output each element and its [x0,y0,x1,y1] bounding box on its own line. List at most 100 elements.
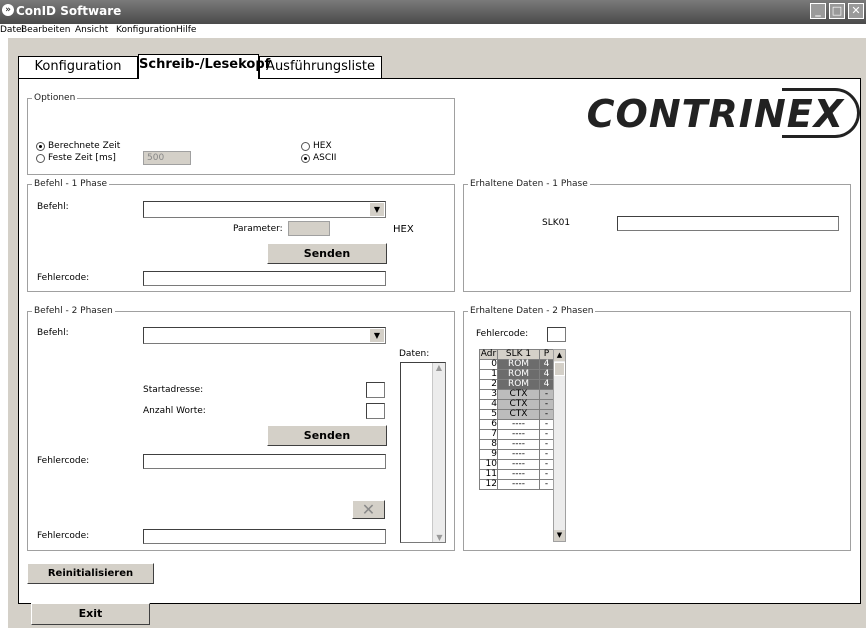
cell-slk[interactable]: ---- [497,479,540,490]
table-row[interactable]: 12 ---- - [479,479,554,490]
cell-p[interactable]: 4 [539,379,554,390]
menu-ansicht[interactable]: Ansicht [75,25,108,35]
cell-p[interactable]: - [539,439,554,450]
cell-p[interactable]: - [539,399,554,410]
phase1-senden-button[interactable]: Senden [267,243,387,264]
feste-zeit-input[interactable]: 500 [143,151,191,165]
table-row[interactable]: 11 ---- - [479,469,554,480]
phase1-fehlercode-field[interactable] [143,271,386,286]
menu-hilfe[interactable]: Hilfe [176,25,196,35]
table-row[interactable]: 8 ---- - [479,439,554,450]
erhaltene-daten-1-phase-legend: Erhaltene Daten - 1 Phase [470,179,588,189]
cell-adr[interactable]: 5 [479,409,498,420]
tab-ausfuehrungsliste[interactable]: Ausführungsliste [259,56,382,78]
cell-p[interactable]: - [539,479,554,490]
close-button[interactable]: ✕ [848,3,864,19]
table-row[interactable]: 0 ROM 4 [479,359,554,370]
cell-p[interactable]: 4 [539,359,554,370]
cell-p[interactable]: - [539,469,554,480]
tab-konfiguration[interactable]: Konfiguration [18,56,138,78]
cell-p[interactable]: - [539,389,554,400]
cell-slk[interactable]: ---- [497,419,540,430]
cell-adr[interactable]: 8 [479,439,498,450]
cell-adr[interactable]: 3 [479,389,498,400]
chevron-down-icon[interactable]: ▼ [370,329,384,342]
phase2-fehlercode-field-1[interactable] [143,454,386,469]
scroll-up-icon[interactable]: ▲ [433,363,445,372]
cell-adr[interactable]: 4 [479,399,498,410]
reinitialisieren-button[interactable]: Reinitialisieren [27,563,154,584]
scroll-up-icon[interactable]: ▲ [554,350,565,361]
cell-slk[interactable]: ---- [497,469,540,480]
minimize-button[interactable]: _ [810,3,826,19]
cell-slk[interactable]: CTX [497,399,540,410]
cell-slk[interactable]: ---- [497,439,540,450]
phase2-senden-button[interactable]: Senden [267,425,387,446]
menu-bearbeiten[interactable]: Bearbeiten [21,25,70,35]
phase1-befehl-select[interactable]: ▼ [143,201,386,218]
col-header-adr: Adr [479,349,498,360]
table-row[interactable]: 10 ---- - [479,459,554,470]
phase2-befehl-select[interactable]: ▼ [143,327,386,344]
slk01-field[interactable] [617,216,839,231]
daten-textarea[interactable]: ▲ ▼ [400,362,446,543]
scroll-down-icon[interactable]: ▼ [554,530,565,541]
menu-konfiguration[interactable]: Konfiguration [116,25,176,35]
table-row[interactable]: 9 ---- - [479,449,554,460]
chevron-down-icon[interactable]: ▼ [370,203,384,216]
clear-icon[interactable]: ✕ [352,500,385,519]
cell-adr[interactable]: 2 [479,379,498,390]
anzahl-worte-label: Anzahl Worte: [143,406,206,416]
cell-p[interactable]: - [539,429,554,440]
phase1-befehl-label: Befehl: [37,202,69,212]
cell-adr[interactable]: 10 [479,459,498,470]
cell-slk[interactable]: ROM [497,379,540,390]
cell-slk[interactable]: ---- [497,449,540,460]
table-row[interactable]: 3 CTX - [479,389,554,400]
cell-slk[interactable]: ---- [497,429,540,440]
slk01-label: SLK01 [542,218,571,228]
cell-p[interactable]: - [539,409,554,420]
anzahl-worte-input[interactable] [366,403,385,419]
phase2-fehlercode-label-2: Fehlercode: [37,531,90,541]
cell-adr[interactable]: 12 [479,479,498,490]
maximize-button[interactable]: □ [829,3,845,19]
cell-slk[interactable]: CTX [497,389,540,400]
recv2-fehlercode-field[interactable] [547,327,566,342]
table-row[interactable]: 7 ---- - [479,429,554,440]
phase2-fehlercode-field-2[interactable] [143,529,386,544]
table-row[interactable]: 6 ---- - [479,419,554,430]
radio-hex[interactable] [301,142,310,151]
radio-ascii[interactable] [301,154,310,163]
radio-feste-zeit[interactable] [36,154,45,163]
table-row[interactable]: 2 ROM 4 [479,379,554,390]
cell-adr[interactable]: 1 [479,369,498,380]
radio-berechnete-zeit[interactable] [36,142,45,151]
table-row[interactable]: 4 CTX - [479,399,554,410]
cell-adr[interactable]: 6 [479,419,498,430]
cell-p[interactable]: 4 [539,369,554,380]
cell-slk[interactable]: ---- [497,459,540,470]
cell-p[interactable]: - [539,449,554,460]
col-header-slk1: SLK 1 [497,349,540,360]
cell-p[interactable]: - [539,419,554,430]
scroll-down-icon[interactable]: ▼ [433,533,446,542]
cell-slk[interactable]: CTX [497,409,540,420]
startadresse-label: Startadresse: [143,385,204,395]
grid-scrollbar[interactable]: ▲ ▼ [553,349,566,542]
cell-p[interactable]: - [539,459,554,470]
cell-slk[interactable]: ROM [497,369,540,380]
parameter-input[interactable] [288,221,330,236]
table-row[interactable]: 1 ROM 4 [479,369,554,380]
daten-scrollbar[interactable]: ▲ ▼ [432,363,445,542]
scroll-thumb[interactable] [554,362,565,376]
table-row[interactable]: 5 CTX - [479,409,554,420]
cell-adr[interactable]: 11 [479,469,498,480]
cell-adr[interactable]: 0 [479,359,498,370]
tab-schreib-lesekopf[interactable]: Schreib-/Lesekopf [138,54,270,79]
cell-adr[interactable]: 7 [479,429,498,440]
cell-adr[interactable]: 9 [479,449,498,460]
exit-button[interactable]: Exit [31,603,150,625]
cell-slk[interactable]: ROM [497,359,540,370]
startadresse-input[interactable] [366,382,385,398]
